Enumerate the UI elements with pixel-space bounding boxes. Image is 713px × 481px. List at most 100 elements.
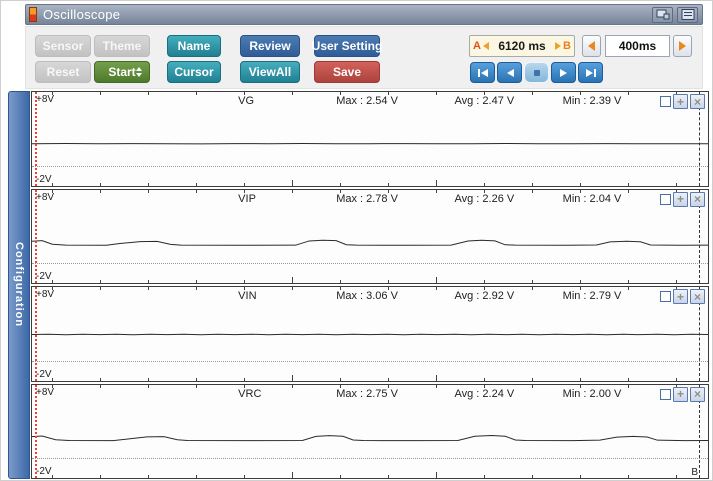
channel-list: +8V -2V VG Max : 2.54 V Avg : 2.47 V Min… — [31, 91, 709, 479]
titlebar[interactable]: Oscilloscope — [25, 4, 703, 25]
channel-controls: + × — [660, 191, 705, 207]
skip-to-end-button[interactable] — [578, 62, 603, 83]
step-forward-button[interactable] — [551, 62, 576, 83]
theme-button[interactable]: Theme — [94, 35, 150, 57]
channel-controls: + × — [660, 289, 705, 304]
interval-value-field[interactable]: 400ms — [605, 35, 670, 57]
sidebar-tab-label: Configuration — [13, 242, 25, 328]
channel-visibility-checkbox[interactable] — [660, 96, 671, 107]
channel-name: VG — [238, 95, 255, 107]
close-icon: × — [693, 192, 701, 206]
channel-min-readout: Min : 2.79 V — [562, 290, 622, 302]
close-icon: × — [693, 94, 701, 109]
channel-panel: +8V -2V VG Max : 2.54 V Avg : 2.47 V Min… — [31, 91, 709, 187]
channel-zoom-button[interactable]: + — [673, 191, 688, 207]
ab-range-value: 6120 ms — [498, 39, 546, 53]
channel-avg-readout: Avg : 2.92 V — [454, 290, 515, 302]
channel-avg-readout: Avg : 2.24 V — [454, 387, 515, 400]
next-icon — [559, 68, 567, 77]
channel-panel: +8V -2V VIN Max : 3.06 V Avg : 2.92 V Mi… — [31, 286, 709, 382]
channel-panel: +8V -2V VIP Max : 2.78 V Avg : 2.26 V Mi… — [31, 188, 709, 284]
plus-icon: + — [676, 289, 684, 304]
cursor-button[interactable]: Cursor — [167, 61, 221, 83]
ab-range-box[interactable]: A 6120 ms B — [469, 35, 575, 57]
channel-controls: + × — [660, 386, 705, 402]
channel-close-button[interactable]: × — [690, 191, 705, 207]
user-setting-button[interactable]: User Setting — [312, 35, 382, 57]
channel-min-readout: Min : 2.00 V — [562, 387, 622, 400]
interval-decrease-button[interactable] — [582, 35, 601, 57]
close-icon: × — [693, 387, 701, 401]
zero-volt-gridline — [32, 458, 708, 460]
plus-icon: + — [676, 387, 684, 401]
channel-zoom-button[interactable]: + — [673, 289, 688, 304]
channel-panel: +8V -2V VRC Max : 2.75 V Avg : 2.24 V Mi… — [31, 383, 709, 479]
reset-button[interactable]: Reset — [35, 61, 91, 83]
top-voltage-label: +8V — [36, 289, 55, 300]
channel-zoom-button[interactable]: + — [673, 94, 688, 109]
cursor-b-tag: B — [563, 40, 571, 52]
previous-icon — [506, 68, 514, 77]
close-icon: × — [693, 289, 701, 304]
stop-button[interactable] — [524, 62, 549, 83]
channel-zoom-button[interactable]: + — [673, 386, 688, 402]
channel-avg-readout: Avg : 2.26 V — [454, 192, 515, 205]
viewall-button[interactable]: ViewAll — [240, 61, 300, 83]
channel-min-readout: Min : 2.39 V — [562, 95, 622, 107]
plus-icon: + — [676, 94, 684, 109]
review-button[interactable]: Review — [240, 35, 300, 57]
top-voltage-label: +8V — [36, 191, 55, 203]
cursor-a-tag: A — [473, 40, 481, 52]
bottom-voltage-label: -2V — [36, 466, 52, 477]
channel-max-readout: Max : 3.06 V — [336, 290, 398, 302]
cursor-a-line[interactable] — [35, 189, 37, 283]
bottom-voltage-label: -2V — [36, 173, 52, 185]
channel-name: VIP — [238, 192, 256, 205]
channel-close-button[interactable]: × — [690, 289, 705, 304]
left-arrow-icon — [588, 41, 595, 51]
channel-visibility-checkbox[interactable] — [660, 388, 671, 400]
b-right-arrow-icon — [555, 42, 562, 50]
channel-name: VRC — [238, 387, 262, 400]
step-back-button[interactable] — [497, 62, 522, 83]
menu-icon[interactable] — [677, 6, 698, 23]
cursor-a-line[interactable] — [35, 287, 37, 381]
sidebar-tab-configuration[interactable]: Configuration — [8, 91, 30, 479]
sensor-button[interactable]: Sensor — [35, 35, 91, 57]
channel-min-readout: Min : 2.04 V — [562, 192, 622, 205]
channel-max-readout: Max : 2.78 V — [336, 192, 398, 205]
save-button[interactable]: Save — [314, 61, 380, 83]
bottom-voltage-label: -2V — [36, 271, 52, 282]
popout-window-icon[interactable] — [652, 6, 673, 23]
start-button-label: Start — [108, 65, 136, 79]
skip-to-start-button[interactable] — [470, 62, 495, 83]
channel-controls: + × — [660, 94, 705, 109]
interval-increase-button[interactable] — [673, 35, 692, 57]
titlebar-buttons — [652, 6, 698, 23]
cursor-a-line[interactable] — [35, 384, 37, 478]
skip-end-icon — [585, 68, 596, 77]
channel-avg-readout: Avg : 2.47 V — [454, 95, 515, 107]
plus-icon: + — [676, 192, 684, 206]
oscilloscope-window: Oscilloscope Sensor Theme Name Review Us… — [0, 0, 713, 481]
channel-max-readout: Max : 2.54 V — [336, 95, 398, 107]
toolbar: Sensor Theme Name Review User Setting Re… — [25, 26, 703, 89]
zero-volt-gridline — [32, 263, 708, 265]
zero-volt-gridline — [32, 360, 708, 362]
channel-max-readout: Max : 2.75 V — [336, 387, 398, 400]
window-title: Oscilloscope — [43, 7, 121, 22]
channel-name: VIN — [238, 290, 257, 302]
channel-close-button[interactable]: × — [690, 386, 705, 402]
channel-close-button[interactable]: × — [690, 94, 705, 109]
name-button[interactable]: Name — [167, 35, 221, 57]
skip-start-icon — [477, 68, 488, 77]
bottom-voltage-label: -2V — [36, 368, 52, 380]
channel-visibility-checkbox[interactable] — [660, 193, 671, 205]
stop-icon — [533, 69, 540, 76]
top-voltage-label: +8V — [36, 386, 55, 398]
start-button[interactable]: Start — [94, 61, 150, 83]
channel-visibility-checkbox[interactable] — [660, 291, 671, 302]
spinner-icon — [136, 67, 142, 77]
cursor-a-line[interactable] — [35, 92, 37, 186]
app-icon — [29, 7, 37, 22]
